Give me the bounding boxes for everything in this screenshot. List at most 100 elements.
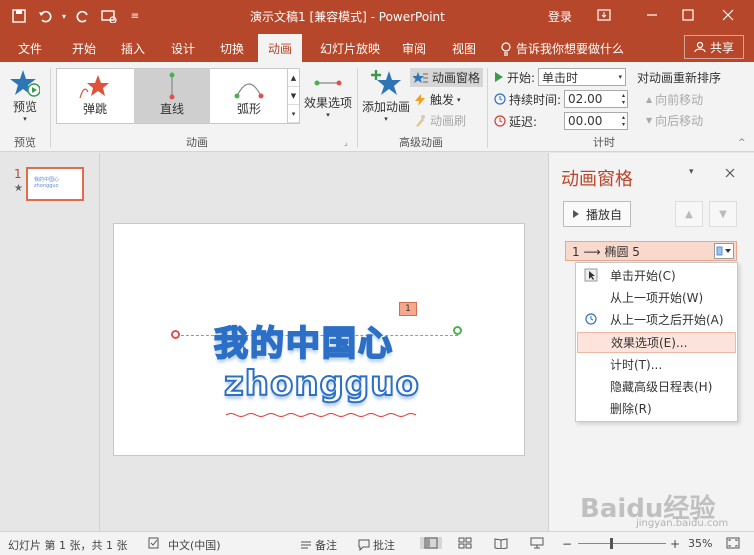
move-earlier-button[interactable]: ▲ 向前移动	[646, 91, 703, 108]
undo-dropdown[interactable]: ▾	[60, 6, 68, 26]
animation-item-dropdown[interactable]	[714, 243, 734, 259]
notes-button[interactable]: 备注	[300, 537, 337, 553]
close-icon	[722, 9, 734, 21]
animation-order-tag[interactable]: 1	[399, 302, 417, 316]
move-down-button[interactable]: ▼	[709, 201, 737, 227]
mouse-click-icon	[583, 268, 599, 282]
comments-button[interactable]: 批注	[358, 537, 395, 553]
play-from-button[interactable]: 播放自	[563, 201, 631, 227]
share-button[interactable]: 共享	[684, 35, 744, 59]
notes-icon	[301, 541, 311, 549]
preview-star-icon	[10, 70, 40, 97]
duration-input[interactable]: 02.00 ▴ ▾	[564, 90, 629, 108]
zoom-out-button[interactable]: −	[562, 537, 572, 551]
gallery-more-button[interactable]: ▾	[288, 105, 299, 123]
customize-qat-button[interactable]: ≡	[124, 6, 146, 26]
add-animation-label: 添加动画	[362, 100, 411, 114]
redo-button[interactable]	[72, 6, 94, 26]
tab-home[interactable]: 开始	[72, 40, 96, 57]
spellcheck-status[interactable]	[148, 537, 160, 549]
slide-canvas[interactable]: 1 我的中国心 zhongguo	[113, 223, 525, 456]
animation-pane-button[interactable]: 动画窗格	[410, 68, 484, 87]
animation-dialog-launcher[interactable]: ⌟	[344, 138, 348, 147]
up-arrow-icon: ▲	[646, 95, 653, 104]
start-value: 单击时	[542, 70, 579, 85]
move-up-button[interactable]: ▲	[675, 201, 703, 227]
play-from-label: 播放自	[585, 207, 622, 222]
zoom-level[interactable]: 35%	[688, 537, 712, 550]
gallery-scroll: ▲ ▼ ▾	[287, 69, 299, 123]
menu-start-with-previous[interactable]: 从上一项开始(W)	[577, 287, 736, 308]
slideshow-button[interactable]	[530, 537, 544, 549]
zoom-slider[interactable]	[578, 543, 666, 544]
gallery-up-button[interactable]: ▲	[288, 69, 299, 87]
menu-effect-options[interactable]: 效果选项(E)...	[577, 332, 736, 353]
tab-file[interactable]: 文件	[18, 40, 42, 57]
start-play-icon	[495, 72, 503, 82]
zoom-slider-thumb[interactable]	[610, 538, 613, 549]
add-animation-button[interactable]: 添加动画 ▾	[362, 68, 410, 123]
tab-animations[interactable]: 动画	[258, 34, 303, 62]
duration-spinner-icon[interactable]: ▴ ▾	[622, 92, 627, 106]
animation-context-menu: 单击开始(C) 从上一项开始(W) 从上一项之后开始(A) 效果选项(E)...…	[575, 262, 738, 422]
start-select[interactable]: 单击时 ▾	[538, 68, 627, 86]
motion-path-start-point[interactable]	[171, 330, 180, 339]
animation-bounce[interactable]: 弹跳	[57, 69, 133, 123]
menu-start-on-click[interactable]: 单击开始(C)	[577, 265, 736, 286]
slide-thumbnail[interactable]: 我的中国心 zhongguo	[26, 167, 84, 201]
quick-access-toolbar: ▾ ≡	[8, 6, 146, 26]
slide-title-pinyin[interactable]: zhongguo	[223, 363, 420, 405]
collapse-ribbon-button[interactable]: ^	[738, 138, 746, 148]
tab-insert[interactable]: 插入	[121, 40, 145, 57]
trigger-button[interactable]: 触发 ▾	[413, 91, 461, 108]
animation-item-label: 1 ⟶ 椭圆 5	[572, 244, 640, 259]
menu-timing-label: 计时(T)...	[610, 358, 663, 372]
tab-design[interactable]: 设计	[171, 40, 195, 57]
zoom-in-button[interactable]: +	[670, 537, 680, 551]
tab-view[interactable]: 视图	[452, 40, 476, 57]
tab-transitions[interactable]: 切换	[220, 40, 244, 57]
pane-options-button[interactable]: ▾	[689, 167, 694, 177]
delay-input[interactable]: 00.00 ▴ ▾	[564, 112, 629, 130]
motion-path-end-point[interactable]	[453, 326, 462, 335]
effect-options-button[interactable]: 效果选项 ▾	[304, 72, 352, 119]
language-status[interactable]: 中文(中国)	[168, 537, 221, 553]
pane-close-button[interactable]	[725, 167, 735, 181]
maximize-button[interactable]	[676, 4, 700, 26]
menu-timing[interactable]: 计时(T)...	[577, 354, 736, 375]
menu-hide-advanced-timeline[interactable]: 隐藏高级日程表(H)	[577, 376, 736, 397]
fit-to-window-button[interactable]	[726, 537, 740, 549]
tab-slideshow[interactable]: 幻灯片放映	[320, 40, 380, 57]
animation-arc[interactable]: 弧形	[211, 69, 287, 123]
ribbon-display-options-button[interactable]	[592, 4, 616, 26]
tell-me-label: 告诉我你想要做什么	[516, 42, 625, 56]
reading-view-button[interactable]	[494, 537, 508, 549]
notes-label: 备注	[315, 539, 337, 552]
delay-spinner-icon[interactable]: ▴ ▾	[622, 114, 627, 128]
slide-sorter-button[interactable]	[458, 537, 472, 549]
menu-start-after-previous-label: 从上一项之后开始(A)	[610, 313, 724, 327]
menu-start-after-previous[interactable]: 从上一项之后开始(A)	[577, 309, 736, 330]
preview-button[interactable]: 预览 ▾	[10, 68, 40, 123]
slide-title-chinese[interactable]: 我的中国心	[213, 316, 394, 365]
normal-view-button[interactable]	[420, 537, 442, 549]
move-later-button[interactable]: ▼ 向后移动	[646, 112, 703, 129]
undo-button[interactable]	[34, 6, 56, 26]
tell-me-search[interactable]: 告诉我你想要做什么	[500, 40, 624, 57]
minimize-button[interactable]	[640, 4, 664, 26]
animation-pane-label: 动画窗格	[432, 71, 481, 85]
save-button[interactable]	[8, 6, 30, 26]
menu-remove[interactable]: 删除(R)	[577, 398, 736, 419]
login-link[interactable]: 登录	[548, 8, 572, 25]
line-label: 直线	[159, 102, 184, 116]
animation-painter-button[interactable]: 动画刷	[413, 112, 466, 129]
tab-review[interactable]: 审阅	[402, 40, 426, 57]
animation-line[interactable]: 直线	[134, 69, 210, 123]
present-button[interactable]	[98, 6, 120, 26]
close-button[interactable]	[716, 4, 740, 26]
animation-list-item[interactable]: 1 ⟶ 椭圆 5	[565, 241, 737, 261]
ribbon: 预览 ▾ 预览 弹跳 直线 弧形 ▲ ▼ ▾ 效果选项 ▾ 动画 ⌟ 添加动画 …	[0, 62, 754, 152]
share-label: 共享	[709, 40, 734, 55]
timeline-bar-dropdown-icon	[716, 246, 731, 256]
gallery-down-button[interactable]: ▼	[288, 87, 299, 105]
